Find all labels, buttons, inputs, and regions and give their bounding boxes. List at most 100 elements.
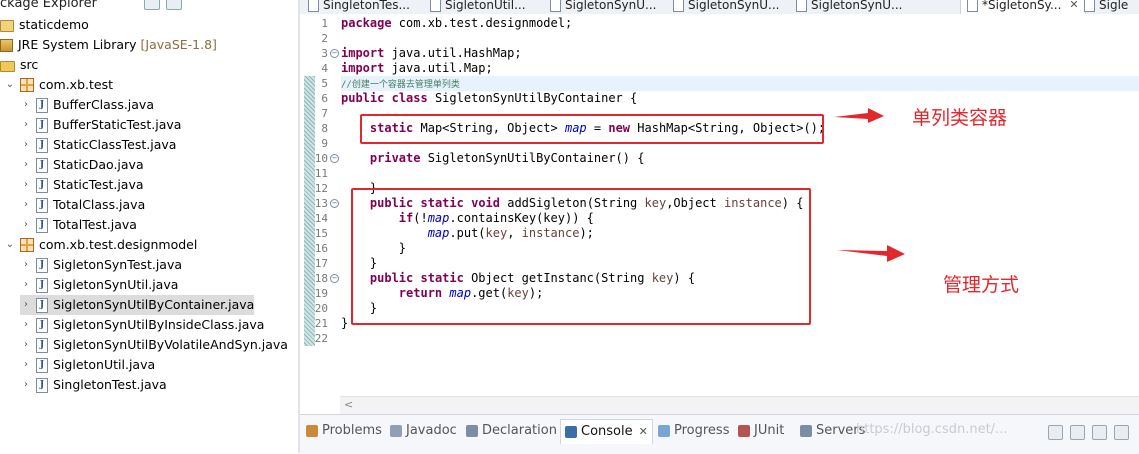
container-highlight-box (360, 114, 824, 144)
fold-toggle-icon[interactable]: − (330, 199, 339, 208)
editor-tab[interactable]: SigletonSynU... (673, 0, 780, 14)
progress-icon (658, 425, 670, 437)
editor-tab-bar: SingletonTes... SigletonUtil... SigletonSy… (300, 0, 1139, 15)
watermark-text: https://blog.csdn.net/... (856, 422, 1008, 437)
java-file-icon: J (36, 157, 48, 173)
view-tab-label: Javadoc (406, 423, 457, 438)
chevron-right-icon[interactable]: › (20, 155, 32, 175)
editor-tab-label: SigletonSynU... (688, 0, 780, 12)
tree-item[interactable]: › J SigletonSynUtilByInsideClass.java (20, 315, 264, 335)
chevron-down-icon[interactable]: ⌄ (4, 235, 16, 255)
code-line-3: import java.util.HashMap; (341, 46, 522, 60)
tree-item[interactable]: › J BufferStaticTest.java (20, 115, 181, 135)
code-editor[interactable]: 1 2 3−4 5 6 7 8 9 10−11 12 13−14 15 16 17 18−19 20 21 22 … (300, 14, 1139, 414)
chevron-right-icon[interactable]: › (20, 295, 32, 315)
close-icon[interactable]: ✕ (639, 420, 648, 444)
tree-item[interactable]: › J StaticClassTest.java (20, 135, 176, 155)
view-tab-label: Declaration (482, 423, 557, 438)
tree-item-label: JRE System Library (18, 37, 137, 52)
tree-item-label: TotalClass.java (53, 197, 146, 212)
chevron-right-icon[interactable]: › (20, 355, 32, 375)
code-line-5: //创建一个容器去管理单列类 (341, 80, 460, 90)
chevron-right-icon[interactable]: › (20, 175, 32, 195)
line-number: 8 (321, 122, 328, 135)
scroll-lock-icon[interactable] (1092, 425, 1107, 440)
bottom-view-area: Problems Javadoc Declaration Console ✕ Progre… (300, 414, 1139, 454)
tree-item[interactable]: src (0, 55, 38, 75)
chevron-right-icon[interactable]: › (20, 195, 32, 215)
line-number-gutter: 1 2 3−4 5 6 7 8 9 10−11 12 13−14 15 16 17 18−19 20 21 22 (300, 14, 340, 414)
editor-tab[interactable]: SigletonSynU... (796, 0, 903, 14)
horizontal-scrollbar[interactable]: < (340, 396, 1139, 414)
chevron-right-icon[interactable]: › (20, 95, 32, 115)
close-icon[interactable]: ✕ (1069, 0, 1078, 12)
tree-item-decoration: [JavaSE-1.8] (140, 37, 217, 52)
library-icon (0, 38, 13, 52)
view-tab[interactable]: Declaration (466, 419, 557, 443)
chevron-right-icon[interactable]: › (20, 275, 32, 295)
remove-all-icon[interactable] (1070, 425, 1085, 440)
view-tab[interactable]: Console ✕ (560, 419, 653, 444)
annotation-arrow-icon (837, 245, 905, 262)
annotation-label-container: 单列类容器 (912, 107, 1008, 129)
tree-item[interactable]: › J StaticDao.java (20, 155, 144, 175)
chevron-right-icon[interactable]: › (20, 315, 32, 335)
editor-tab[interactable]: SigletonSynU... (550, 0, 657, 14)
line-number: 5 (321, 77, 328, 90)
view-tab[interactable]: Problems (306, 419, 382, 443)
annotation-label-manage: 管理方式 (943, 274, 1020, 296)
tree-item-label: SigletonSynUtilByVolatileAndSyn.java (53, 337, 288, 352)
tree-item[interactable]: ⌄ com.xb.test (4, 75, 113, 95)
chevron-right-icon[interactable]: › (20, 135, 32, 155)
link-with-editor-icon[interactable] (166, 0, 182, 10)
scroll-left-icon[interactable]: < (344, 398, 353, 411)
tree-item[interactable]: JRE System Library [JavaSE-1.8] (0, 35, 217, 55)
chevron-right-icon[interactable]: › (20, 375, 32, 395)
fold-toggle-icon[interactable]: − (330, 274, 339, 283)
tree-item[interactable]: › J SigletonSynUtil.java (20, 275, 178, 295)
console-icon (565, 426, 577, 438)
pin-console-icon[interactable] (1114, 425, 1129, 440)
editor-tab[interactable]: SingletonTes... (308, 0, 410, 14)
java-file-icon (430, 0, 441, 12)
chevron-right-icon[interactable]: › (20, 215, 32, 235)
tree-item[interactable]: › J SingletonTest.java (20, 375, 167, 395)
java-file-icon: J (36, 377, 48, 393)
servers-icon (800, 425, 812, 437)
chevron-right-icon[interactable]: › (20, 255, 32, 275)
line-number: 12 (314, 182, 328, 195)
editor-tab[interactable]: Sigle (1084, 0, 1128, 14)
view-tab[interactable]: Javadoc (390, 419, 457, 443)
chevron-right-icon[interactable]: › (20, 115, 32, 135)
fold-toggle-icon[interactable]: − (330, 49, 339, 58)
line-number: 1 (321, 17, 328, 30)
tree-item-label: SigletonSynTest.java (53, 257, 183, 272)
management-highlight-box (351, 188, 811, 325)
java-file-icon: J (36, 337, 48, 353)
tree-item-label: SigletonUtil.java (53, 357, 156, 372)
chevron-right-icon[interactable]: › (20, 335, 32, 355)
tree-item[interactable]: › J TotalTest.java (20, 215, 137, 235)
tree-item[interactable]: staticdemo (0, 15, 89, 35)
fold-toggle-icon[interactable]: − (330, 154, 339, 163)
editor-tab[interactable]: *SigletonSy... ✕ (960, 0, 1086, 14)
editor-tab[interactable]: SigletonUtil... (430, 0, 526, 14)
tree-item[interactable]: › J TotalClass.java (20, 195, 145, 215)
view-tab[interactable]: JUnit (738, 419, 784, 443)
package-icon (20, 78, 34, 92)
line-number: 18 (314, 272, 328, 285)
java-file-icon (673, 0, 684, 12)
tree-item[interactable]: › J SigletonSynUtilByContainer.java (20, 295, 255, 315)
line-number: 15 (314, 227, 328, 240)
tree-item[interactable]: › J SigletonSynUtilByVolatileAndSyn.java (20, 335, 288, 355)
tree-item[interactable]: › J SigletonUtil.java (20, 355, 155, 375)
annotation-arrow-icon (834, 108, 884, 123)
tree-item[interactable]: › J BufferClass.java (20, 95, 154, 115)
remove-launch-icon[interactable] (1048, 425, 1063, 440)
tree-item[interactable]: ⌄ com.xb.test.designmodel (4, 235, 197, 255)
view-tab[interactable]: Progress (658, 419, 729, 443)
chevron-down-icon[interactable]: ⌄ (4, 75, 16, 95)
tree-item[interactable]: › J SigletonSynTest.java (20, 255, 182, 275)
collapse-all-icon[interactable] (144, 0, 160, 10)
tree-item[interactable]: › J StaticTest.java (20, 175, 144, 195)
